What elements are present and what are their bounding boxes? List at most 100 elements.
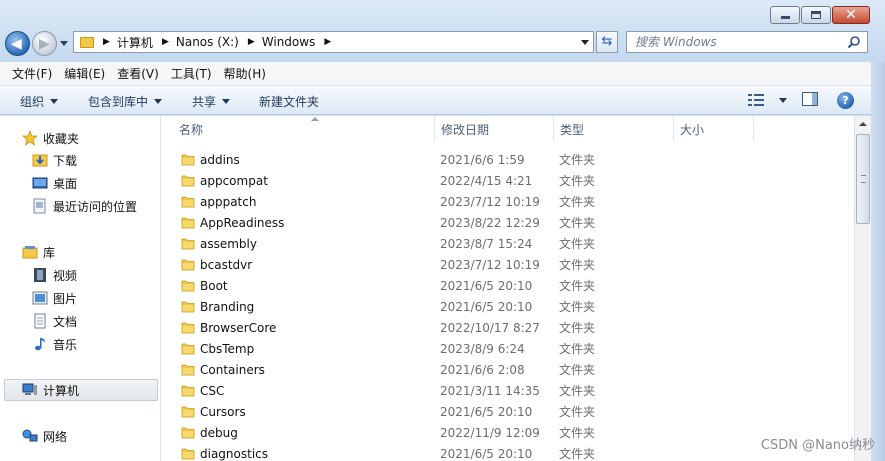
column-header-name[interactable]: 名称	[173, 116, 435, 142]
breadcrumb-drive[interactable]: Nanos (X:)	[176, 35, 239, 49]
table-row[interactable]: CSC 2021/3/11 14:35 文件夹	[161, 380, 854, 401]
menu-help[interactable]: 帮助(H)	[218, 65, 272, 82]
file-type: 文件夹	[559, 195, 596, 209]
menu-edit[interactable]: 编辑(E)	[58, 65, 111, 82]
sidebar-label: 网络	[43, 429, 68, 444]
refresh-button[interactable]: ⇆	[596, 31, 618, 53]
file-type: 文件夹	[559, 216, 596, 230]
sidebar-item-network[interactable]: 网络	[22, 425, 67, 447]
breadcrumb-separator-icon[interactable]: ▶	[324, 37, 331, 47]
table-row[interactable]: BrowserCore 2022/10/17 8:27 文件夹	[161, 317, 854, 338]
search-icon[interactable]	[847, 35, 861, 49]
file-type: 文件夹	[559, 258, 596, 272]
include-in-library-button[interactable]: 包含到库中	[88, 93, 163, 110]
sidebar-item-desktop[interactable]: 桌面	[32, 172, 77, 194]
pictures-icon	[32, 291, 48, 305]
video-icon	[34, 268, 46, 282]
sidebar-label: 下载	[53, 153, 78, 168]
folder-icon	[181, 406, 195, 418]
column-header-size[interactable]: 大小	[674, 116, 754, 142]
minimize-button[interactable]	[770, 6, 800, 24]
column-header-type[interactable]: 类型	[554, 116, 674, 142]
file-type: 文件夹	[559, 426, 596, 440]
sidebar-item-favorites[interactable]: 收藏夹	[22, 127, 79, 149]
table-row[interactable]: AppReadiness 2023/8/22 12:29 文件夹	[161, 212, 854, 233]
address-dropdown-icon[interactable]	[581, 40, 589, 45]
view-options-icon[interactable]	[748, 94, 764, 106]
menu-view[interactable]: 查看(V)	[111, 65, 165, 82]
sidebar-item-computer[interactable]: 计算机	[4, 379, 158, 401]
address-bar[interactable]: ▶ 计算机 ▶ Nanos (X:) ▶ Windows ▶	[73, 31, 594, 53]
breadcrumb-separator-icon[interactable]: ▶	[162, 37, 169, 47]
table-row[interactable]: debug 2022/11/9 12:09 文件夹	[161, 422, 854, 443]
table-row[interactable]: Boot 2021/6/5 20:10 文件夹	[161, 275, 854, 296]
chevron-down-icon	[50, 99, 59, 104]
file-type: 文件夹	[559, 447, 596, 461]
file-type: 文件夹	[559, 237, 596, 251]
view-dropdown-icon[interactable]	[779, 98, 787, 103]
organize-button[interactable]: 组织	[20, 93, 59, 110]
table-row[interactable]: diagnostics 2021/6/5 20:10 文件夹	[161, 443, 854, 461]
breadcrumb-windows[interactable]: Windows	[262, 35, 316, 49]
sidebar-item-recent-places[interactable]: 最近访问的位置	[32, 195, 137, 217]
folder-icon	[181, 154, 195, 166]
sidebar-item-documents[interactable]: 文档	[32, 310, 77, 332]
column-header-date[interactable]: 修改日期	[435, 116, 554, 142]
file-name: Branding	[200, 299, 255, 314]
vertical-scrollbar[interactable]	[854, 116, 871, 461]
table-row[interactable]: bcastdvr 2023/7/12 10:19 文件夹	[161, 254, 854, 275]
file-date: 2021/6/6 2:08	[440, 362, 525, 377]
scroll-thumb[interactable]	[856, 134, 870, 224]
refresh-icon: ⇆	[601, 34, 613, 49]
share-button[interactable]: 共享	[192, 93, 231, 110]
sort-ascending-icon	[311, 117, 319, 121]
breadcrumb-computer[interactable]: 计算机	[117, 34, 153, 51]
table-row[interactable]: CbsTemp 2023/8/9 6:24 文件夹	[161, 338, 854, 359]
folder-icon	[181, 280, 195, 292]
search-box[interactable]	[626, 31, 868, 53]
scroll-up-icon[interactable]	[855, 116, 871, 133]
sidebar-item-videos[interactable]: 视频	[32, 264, 77, 286]
file-date: 2022/11/9 12:09	[440, 425, 540, 440]
recent-pages-dropdown[interactable]	[60, 41, 68, 46]
new-folder-label: 新建文件夹	[259, 95, 320, 109]
folder-icon	[181, 238, 195, 250]
file-name: Containers	[200, 362, 265, 377]
table-row[interactable]: apppatch 2023/7/12 10:19 文件夹	[161, 191, 854, 212]
table-row[interactable]: addins 2021/6/6 1:59 文件夹	[161, 149, 854, 170]
include-library-label: 包含到库中	[88, 95, 149, 109]
table-row[interactable]: appcompat 2022/4/15 4:21 文件夹	[161, 170, 854, 191]
breadcrumb-separator-icon[interactable]: ▶	[103, 37, 110, 47]
folder-icon	[181, 196, 195, 208]
sidebar-label: 音乐	[53, 337, 78, 352]
file-name: BrowserCore	[200, 320, 277, 335]
folder-icon	[181, 301, 195, 313]
folder-icon	[181, 364, 195, 376]
table-row[interactable]: Branding 2021/6/5 20:10 文件夹	[161, 296, 854, 317]
back-button[interactable]: ◀	[5, 31, 30, 56]
folder-icon	[181, 322, 195, 334]
new-folder-button[interactable]: 新建文件夹	[259, 93, 319, 110]
sidebar-item-libraries[interactable]: 库	[22, 241, 55, 263]
help-icon[interactable]: ?	[837, 92, 854, 109]
table-row[interactable]: assembly 2023/8/7 15:24 文件夹	[161, 233, 854, 254]
command-bar: 组织 包含到库中 共享 新建文件夹	[0, 86, 885, 115]
table-row[interactable]: Cursors 2021/6/5 20:10 文件夹	[161, 401, 854, 422]
forward-button[interactable]: ▶	[32, 31, 57, 56]
column-header-label: 类型	[560, 122, 585, 137]
search-input[interactable]	[627, 32, 837, 52]
sidebar-item-music[interactable]: 音乐	[32, 333, 77, 355]
file-date: 2021/3/11 14:35	[440, 383, 540, 398]
sidebar-label: 收藏夹	[43, 131, 80, 146]
file-name: bcastdvr	[200, 257, 253, 272]
downloads-folder-icon	[32, 154, 48, 167]
sidebar-item-pictures[interactable]: 图片	[32, 287, 77, 309]
preview-pane-icon[interactable]	[802, 92, 818, 106]
close-button[interactable]: ✕	[832, 6, 870, 24]
breadcrumb-separator-icon[interactable]: ▶	[248, 37, 255, 47]
maximize-button[interactable]	[801, 6, 831, 24]
menu-tools[interactable]: 工具(T)	[165, 65, 218, 82]
menu-file[interactable]: 文件(F)	[6, 65, 58, 82]
sidebar-item-downloads[interactable]: 下载	[32, 149, 77, 171]
table-row[interactable]: Containers 2021/6/6 2:08 文件夹	[161, 359, 854, 380]
